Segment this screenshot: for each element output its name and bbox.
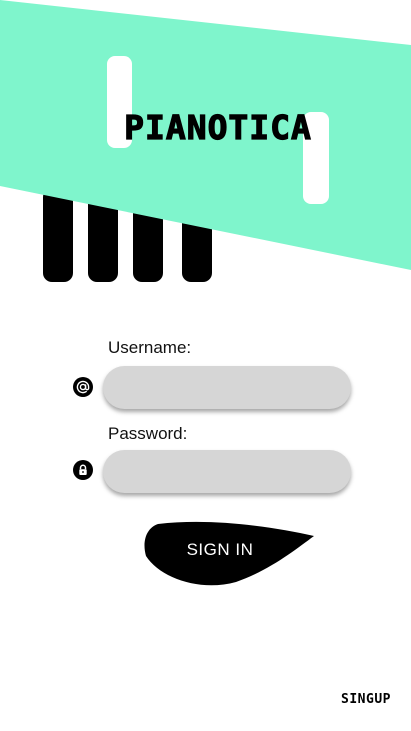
sign-in-label: SIGN IN	[186, 540, 254, 559]
at-sign-icon	[73, 377, 93, 397]
lock-icon	[73, 460, 93, 480]
username-input[interactable]	[103, 366, 351, 409]
sign-in-button[interactable]: SIGN IN	[140, 520, 320, 592]
username-label: Username:	[108, 338, 192, 357]
app-title: PIANOTICA	[123, 107, 312, 147]
piano-key	[43, 188, 73, 282]
password-input[interactable]	[103, 450, 351, 493]
password-label: Password:	[108, 424, 188, 443]
signup-link[interactable]: SINGUP	[341, 692, 391, 707]
